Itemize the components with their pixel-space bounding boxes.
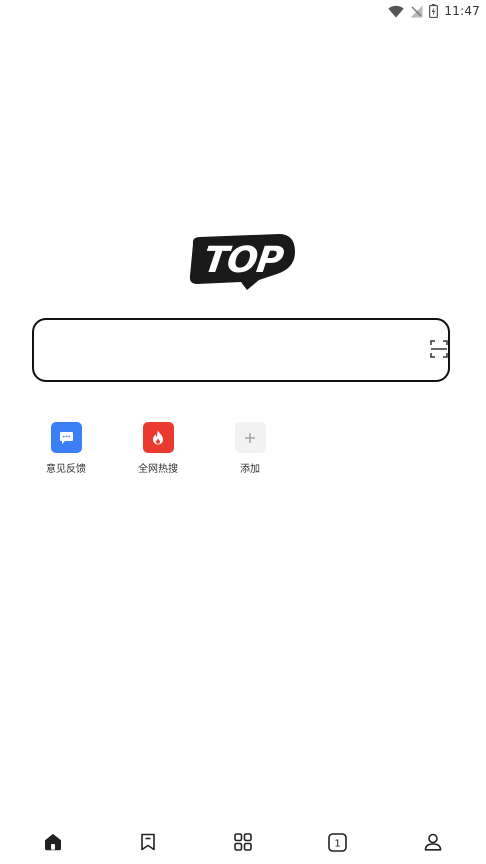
- nav-profile[interactable]: [408, 824, 458, 860]
- shortcut-label: 全网热搜: [138, 464, 178, 475]
- shortcut-icon-bg: [142, 422, 174, 453]
- home-screen: 11:47 TOP 意见反馈 全网热搜 添加 1: [0, 0, 486, 864]
- top-logo: TOP: [189, 234, 295, 290]
- battery-charging-icon: [429, 4, 439, 18]
- chat-bubble-icon: [59, 431, 73, 444]
- search-box[interactable]: [32, 318, 450, 382]
- shortcut-add[interactable]: 添加: [204, 422, 296, 475]
- profile-icon: [424, 833, 441, 851]
- logo-text: TOP: [201, 238, 286, 281]
- bookmark-icon: [141, 833, 155, 851]
- scan-icon[interactable]: [430, 340, 448, 358]
- shortcut-label: 添加: [240, 464, 260, 475]
- nav-bookmarks[interactable]: [123, 824, 173, 860]
- logo-container: TOP: [0, 232, 486, 294]
- shortcut-icon-bg: [234, 422, 266, 453]
- no-signal-icon: [410, 5, 423, 17]
- status-icons: 11:47: [388, 2, 480, 20]
- shortcut-icon-bg: [50, 422, 82, 453]
- home-icon: [45, 834, 62, 851]
- nav-home[interactable]: [28, 824, 78, 860]
- nav-apps[interactable]: [218, 824, 268, 860]
- status-time: 11:47: [444, 4, 480, 18]
- wifi-icon: [388, 5, 405, 18]
- shortcut-grid: 意见反馈 全网热搜 添加: [20, 422, 296, 475]
- shortcut-feedback[interactable]: 意见反馈: [20, 422, 112, 475]
- tab-count: 1: [335, 838, 341, 849]
- bottom-nav: 1: [0, 820, 486, 864]
- apps-grid-icon: [234, 833, 252, 851]
- status-bar: 11:47: [0, 0, 486, 22]
- plus-icon: [245, 432, 255, 443]
- flame-icon: [153, 430, 163, 445]
- shortcut-label: 意见反馈: [46, 464, 86, 475]
- nav-tabs[interactable]: 1: [313, 824, 363, 860]
- shortcut-hot-search[interactable]: 全网热搜: [112, 422, 204, 475]
- search-input[interactable]: [48, 330, 408, 372]
- tabs-icon: 1: [328, 832, 348, 852]
